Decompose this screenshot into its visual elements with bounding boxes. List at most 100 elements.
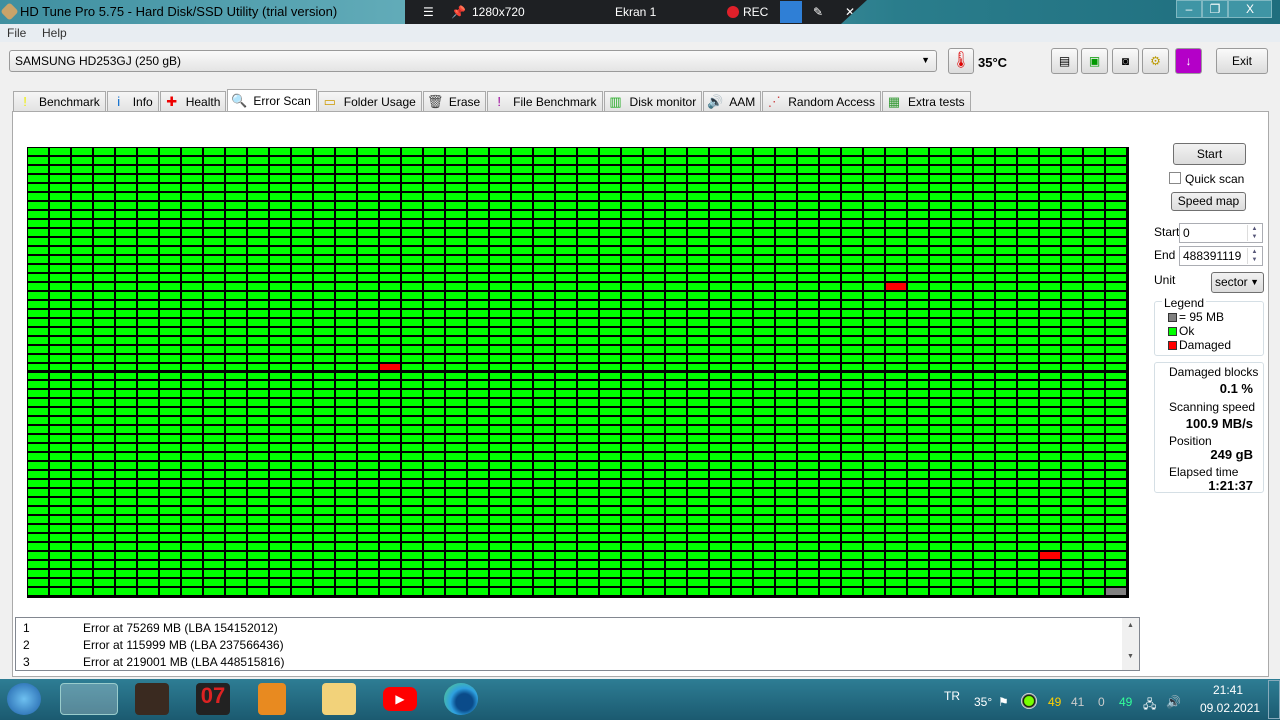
ok-block <box>1084 561 1104 569</box>
ok-block <box>468 588 488 595</box>
ok-block <box>116 435 136 443</box>
ok-block <box>996 174 1016 182</box>
ok-block <box>578 210 598 218</box>
ok-block <box>160 525 180 533</box>
drive-select[interactable]: SAMSUNG HD253GJ (250 gB) ▼ <box>9 50 937 72</box>
ok-block <box>182 408 202 416</box>
app-07-icon[interactable]: 07 <box>196 683 230 715</box>
hdtune-task-icon[interactable] <box>60 683 118 715</box>
ok-block <box>578 516 598 524</box>
ok-block <box>798 336 818 344</box>
tab-info[interactable]: i Info <box>106 91 159 112</box>
list-item[interactable]: 1 Error at 75269 MB (LBA 154152012) <box>23 621 278 635</box>
scrollbar[interactable]: ▲ ▼ <box>1122 618 1139 670</box>
tab-error-scan[interactable]: 🔍 Error Scan <box>227 89 317 112</box>
unit-select[interactable]: sector ▼ <box>1211 272 1264 293</box>
ok-block <box>468 372 488 380</box>
media-player-icon[interactable] <box>258 683 286 715</box>
end-input[interactable]: 488391119 ▲ ▼ <box>1179 246 1263 266</box>
minimize-button[interactable]: – <box>1176 0 1202 18</box>
speed-map-button[interactable]: Speed map <box>1171 192 1246 211</box>
ok-block <box>952 264 972 272</box>
download-button[interactable]: ↓ <box>1175 48 1202 74</box>
spinner-icon[interactable]: ▲ ▼ <box>1247 248 1261 264</box>
ok-block <box>798 426 818 434</box>
flag-icon[interactable]: ⚑ <box>998 695 1009 709</box>
menu-file[interactable]: File <box>7 26 26 40</box>
tab-aam[interactable]: 🔊 AAM <box>703 91 762 112</box>
ok-block <box>732 417 752 425</box>
ok-block <box>930 228 950 236</box>
ok-block <box>446 543 466 551</box>
copy-screenshot-button[interactable]: ▣ <box>1081 48 1108 74</box>
ok-block <box>292 525 312 533</box>
menu-help[interactable]: Help <box>42 26 67 40</box>
tab-benchmark[interactable]: ! Benchmark <box>13 91 106 112</box>
tab-folder-usage[interactable]: ▭ Folder Usage <box>317 91 422 112</box>
ok-block <box>644 309 664 317</box>
ok-block <box>952 282 972 290</box>
ok-block <box>908 516 928 524</box>
close-button[interactable]: X <box>1228 0 1272 18</box>
ok-block <box>270 417 290 425</box>
ok-block <box>138 148 158 155</box>
tab-health[interactable]: ✚ Health <box>159 91 227 112</box>
ok-block <box>50 426 70 434</box>
ok-block <box>380 471 400 479</box>
exit-button[interactable]: Exit <box>1216 48 1268 74</box>
ok-block <box>556 507 576 515</box>
list-item[interactable]: 2 Error at 115999 MB (LBA 237566436) <box>23 638 284 652</box>
options-button[interactable]: ⚙ <box>1142 48 1169 74</box>
ok-block <box>996 282 1016 290</box>
volume-icon[interactable]: 🔊 <box>1166 695 1181 709</box>
ok-block <box>380 192 400 200</box>
youtube-icon[interactable]: ▶ <box>383 687 417 711</box>
list-item[interactable]: 3 Error at 219001 MB (LBA 448515816) <box>23 655 284 669</box>
tab-erase[interactable]: 🗑 Erase <box>422 91 487 112</box>
ok-block <box>468 309 488 317</box>
language-indicator[interactable]: TR <box>944 689 960 703</box>
tab-file-benchmark[interactable]: ! File Benchmark <box>487 91 603 112</box>
quick-scan-checkbox[interactable] <box>1169 172 1181 184</box>
menu-icon[interactable]: ☰ <box>423 5 434 19</box>
ok-block <box>204 336 224 344</box>
network-icon[interactable]: 🖧 <box>1143 695 1156 716</box>
game-task-icon[interactable] <box>135 683 169 715</box>
clock-time[interactable]: 21:41 <box>1213 683 1243 697</box>
error-log-list[interactable]: 1 Error at 75269 MB (LBA 154152012) 2 Erro… <box>15 617 1140 671</box>
pin-icon[interactable]: 📌 <box>451 5 466 19</box>
status-light-icon[interactable] <box>1021 693 1037 709</box>
ok-block <box>380 552 400 560</box>
start-orb-icon[interactable] <box>7 683 41 715</box>
clock-date[interactable]: 09.02.2021 <box>1200 701 1260 715</box>
pencil-icon[interactable]: ✎ <box>813 5 823 19</box>
ok-block <box>886 561 906 569</box>
show-desktop-button[interactable] <box>1268 680 1280 719</box>
ok-block <box>930 363 950 371</box>
ok-block <box>182 471 202 479</box>
start-input[interactable]: 0 ▲ ▼ <box>1179 223 1263 243</box>
camera-icon[interactable] <box>780 1 802 23</box>
ok-block <box>556 426 576 434</box>
start-button[interactable]: Start <box>1173 143 1246 165</box>
tab-random-access[interactable]: ⋰ Random Access <box>762 91 881 112</box>
tab-disk-monitor[interactable]: ▥ Disk monitor <box>603 91 703 112</box>
rec-button[interactable]: REC <box>727 5 768 19</box>
ok-block <box>116 507 136 515</box>
ok-block <box>50 417 70 425</box>
ok-block <box>644 435 664 443</box>
restore-button[interactable]: ❐ <box>1202 0 1228 18</box>
spinner-icon[interactable]: ▲ ▼ <box>1247 225 1261 241</box>
tab-extra-tests[interactable]: ▦ Extra tests <box>881 91 971 112</box>
ok-block <box>182 579 202 586</box>
edge-icon[interactable] <box>444 683 478 715</box>
ok-block <box>28 192 48 200</box>
ok-block <box>270 291 290 299</box>
ok-block <box>644 498 664 506</box>
explorer-icon[interactable] <box>322 683 356 715</box>
camera-button[interactable]: ◙ <box>1112 48 1139 74</box>
ok-block <box>138 228 158 236</box>
copy-text-button[interactable]: ▤ <box>1051 48 1078 74</box>
ok-block <box>534 417 554 425</box>
ok-block <box>402 408 422 416</box>
